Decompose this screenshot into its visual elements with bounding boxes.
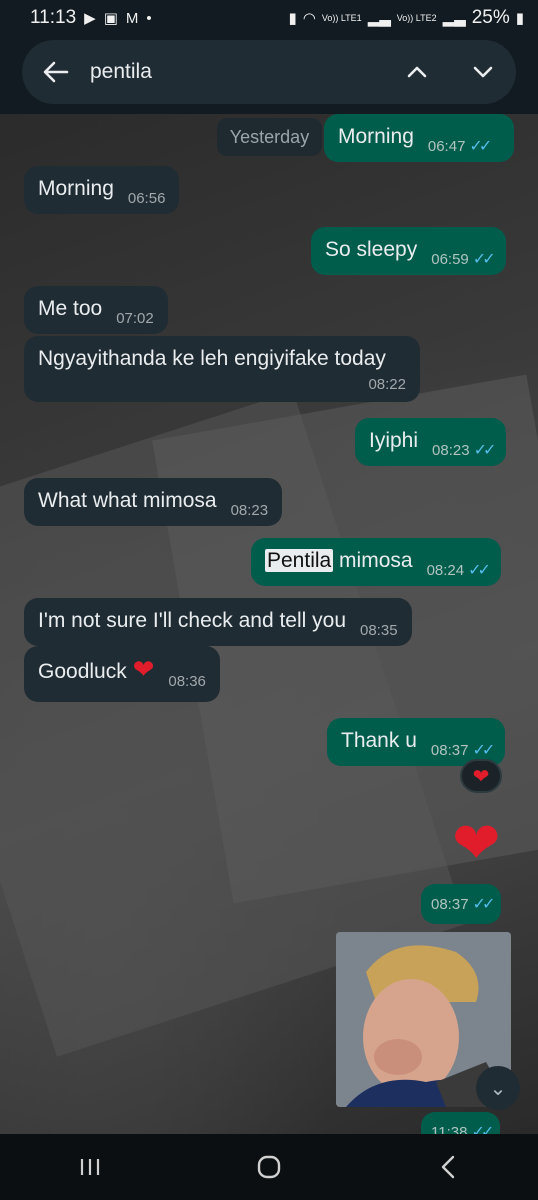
double-check-icon: ✓✓: [472, 896, 496, 913]
message-bubble-outgoing[interactable]: So sleepy 06:59 ✓✓: [311, 227, 506, 275]
search-next-button[interactable]: [450, 40, 516, 104]
message-text: Thank u: [341, 729, 417, 752]
message-time: 08:35: [360, 622, 398, 639]
message-time: 11:38: [431, 1124, 468, 1134]
message-time: 07:02: [116, 310, 154, 327]
reaction-badge[interactable]: ❤: [460, 759, 502, 793]
message-bubble-incoming[interactable]: Morning 06:56: [24, 166, 180, 214]
message-time: 08:37: [430, 742, 469, 759]
message-time: 08:37: [431, 896, 469, 913]
message-text: So sleepy: [325, 238, 418, 261]
signal-icon: ▂▃: [367, 10, 391, 27]
back-button[interactable]: [22, 40, 90, 104]
heart-emoji: ❤: [132, 654, 155, 684]
message-text: mimosa: [333, 549, 413, 572]
system-nav-bar: [0, 1134, 538, 1200]
chevron-up-icon: [407, 66, 427, 78]
network-label-1: Vo)) LTE1: [321, 13, 362, 23]
home-button[interactable]: [239, 1147, 299, 1187]
wifi-icon: ◠: [302, 10, 316, 27]
recents-icon: [80, 1159, 99, 1175]
search-box: pentila: [22, 40, 516, 104]
message-text: I'm not sure I'll check and tell you: [38, 609, 346, 632]
back-icon: [442, 1155, 455, 1179]
battery-icon: ▮: [515, 10, 524, 27]
message-time: 08:24: [426, 562, 465, 579]
double-chevron-down-icon: ⌄: [489, 1077, 507, 1100]
message-bubble-incoming[interactable]: What what mimosa 08:23: [24, 478, 283, 526]
message-text: Iyiphi: [369, 429, 419, 452]
heart-reaction-icon: ❤: [472, 765, 490, 788]
message-bubble-incoming[interactable]: Ngyayithanda ke leh engiyifake today 08:…: [24, 336, 420, 402]
network-label-2: Vo)) LTE2: [396, 13, 437, 23]
message-text: Ngyayithanda ke leh engiyifake today: [38, 347, 386, 370]
date-chip: Yesterday: [217, 118, 322, 156]
double-check-icon: ✓✓: [468, 562, 491, 579]
search-prev-button[interactable]: [384, 40, 450, 104]
heart-emoji-message[interactable]: ❤: [452, 814, 501, 874]
search-input[interactable]: pentila: [90, 60, 384, 84]
message-time: 08:22: [368, 376, 406, 393]
double-check-icon: ✓✓: [471, 1124, 494, 1134]
message-bubble-outgoing[interactable]: Morning 06:47 ✓✓: [324, 114, 514, 162]
message-time: 06:59: [431, 251, 469, 268]
vibrate-icon: ▮: [288, 10, 297, 27]
status-bar: 11:13 ▶ ▣ M • ▮ ◠ Vo)) LTE1 ▂▃ Vo)) LTE2…: [0, 0, 538, 36]
message-meta: 08:37 ✓✓: [421, 884, 502, 924]
message-time: 08:23: [230, 502, 269, 519]
home-icon: [257, 1155, 281, 1179]
battery-percent: 25%: [471, 7, 510, 28]
arrow-left-icon: [43, 61, 69, 83]
message-time: 08:36: [168, 673, 206, 690]
double-check-icon: ✓✓: [472, 251, 496, 268]
search-header: pentila: [0, 36, 538, 114]
double-check-icon: ✓✓: [472, 742, 495, 759]
message-time: 06:56: [127, 190, 166, 207]
message-text: Morning: [38, 177, 114, 200]
chevron-down-icon: [473, 66, 493, 78]
message-bubble-incoming[interactable]: Goodluck ❤ 08:36: [24, 646, 220, 702]
recents-button[interactable]: [60, 1147, 120, 1187]
message-bubble-outgoing[interactable]: Pentila mimosa 08:24 ✓✓: [251, 538, 501, 586]
message-bubble-incoming[interactable]: I'm not sure I'll check and tell you 08:3…: [24, 598, 412, 646]
gallery-icon: ▣: [103, 10, 118, 27]
message-text: Me too: [38, 297, 103, 320]
message-time: 06:47: [427, 138, 466, 155]
double-check-icon: ✓✓: [469, 138, 492, 155]
double-check-icon: ✓✓: [473, 442, 497, 459]
back-nav-button[interactable]: [418, 1147, 478, 1187]
signal-icon: ▂▃: [442, 10, 466, 27]
message-bubble-incoming[interactable]: Me too 07:02: [24, 286, 168, 334]
clock: 11:13: [30, 7, 77, 28]
message-text: Goodluck: [38, 660, 127, 683]
message-time: 08:23: [432, 442, 470, 459]
message-text: Morning: [338, 125, 414, 148]
play-icon: ▶: [84, 10, 96, 27]
message-bubble-outgoing[interactable]: Iyiphi 08:23 ✓✓: [355, 418, 507, 466]
gmail-icon: M: [125, 9, 139, 27]
chat-area[interactable]: Yesterday Morning 06:47 ✓✓ Morning 06:56 So…: [0, 114, 538, 1134]
message-meta: 11:38 ✓✓: [421, 1112, 501, 1134]
dot-icon: •: [146, 9, 152, 27]
search-match-highlight: Pentila: [265, 549, 334, 572]
message-text: What what mimosa: [38, 489, 217, 512]
scroll-to-bottom-button[interactable]: ⌄: [476, 1066, 520, 1110]
